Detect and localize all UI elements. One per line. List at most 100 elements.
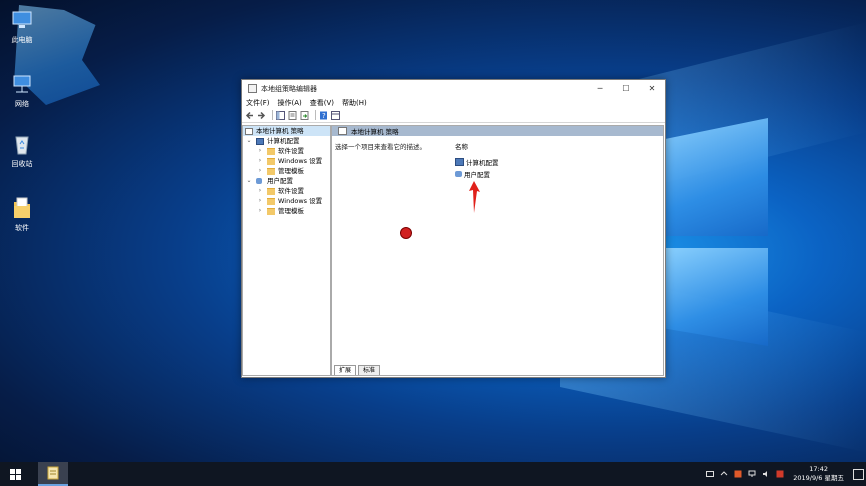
tree-label: 软件设置: [278, 147, 304, 155]
taskbar: 17:42 2019/9/6 星期五: [0, 462, 866, 486]
volume-icon[interactable]: [762, 470, 770, 478]
details-pane: 本地计算机 策略 选择一个项目来查看它的描述。 名称 计算机配置 用户配置 扩展…: [331, 125, 664, 376]
user-icon: [455, 171, 462, 177]
tree-label: Windows 设置: [278, 197, 323, 205]
network-icon: [10, 72, 34, 96]
app-tray-icon[interactable]: [734, 470, 742, 478]
toolbar-separator: [272, 110, 273, 120]
notepad-icon: [47, 466, 59, 480]
user-icon: [256, 178, 262, 184]
tab-standard[interactable]: 标准: [358, 365, 381, 375]
folder-icon: [267, 168, 275, 175]
system-tray: 17:42 2019/9/6 星期五: [703, 462, 866, 486]
notification-icon: [852, 468, 864, 480]
tree-item-user-config[interactable]: ⌄ 用户配置: [243, 176, 330, 186]
tree-label: 管理模板: [278, 207, 304, 215]
recycle-bin-icon: [10, 132, 34, 156]
tree-item-user-software[interactable]: › 软件设置: [243, 186, 330, 196]
tree-pane[interactable]: 本地计算机 策略 ⌄ 计算机配置 › 软件设置 › Windows 设置 › 管…: [242, 125, 331, 376]
tree-item-computer-software[interactable]: › 软件设置: [243, 146, 330, 156]
taskbar-app-group-policy[interactable]: [38, 462, 68, 486]
column-header-name[interactable]: 名称: [455, 141, 499, 151]
tab-extended[interactable]: 扩展: [334, 365, 357, 375]
name-list: 名称 计算机配置 用户配置: [455, 141, 499, 213]
window-titlebar[interactable]: 本地组策略编辑器 ─ ☐ ✕: [242, 80, 665, 97]
folder-icon: [267, 148, 275, 155]
notification-center-button[interactable]: [850, 462, 866, 486]
tree-item-root[interactable]: 本地计算机 策略: [243, 126, 330, 136]
forward-arrow-icon[interactable]: [257, 111, 266, 120]
list-item-computer-config[interactable]: 计算机配置: [455, 156, 499, 168]
tree-item-computer-admin[interactable]: › 管理模板: [243, 166, 330, 176]
description-text: 选择一个项目来查看它的描述。: [335, 143, 426, 151]
clock-time: 17:42: [809, 465, 828, 473]
toolbar: ?: [242, 108, 665, 123]
input-method-icon[interactable]: [706, 470, 715, 478]
folder-icon: [267, 208, 275, 215]
red-arrow-annotation: [469, 181, 480, 213]
close-button[interactable]: ✕: [639, 84, 665, 93]
computer-icon: [455, 158, 464, 166]
chevron-right-icon[interactable]: ›: [257, 156, 263, 166]
desktop-icon-recycle-bin[interactable]: 回收站: [2, 132, 42, 169]
chevron-right-icon[interactable]: ›: [257, 146, 263, 156]
chevron-right-icon[interactable]: ›: [257, 206, 263, 216]
desktop-icon-label: 网络: [15, 100, 29, 108]
windows-logo-icon: [9, 468, 21, 480]
menu-help[interactable]: 帮助(H): [342, 98, 367, 108]
folder-icon: [267, 158, 275, 165]
chevron-right-icon[interactable]: ›: [257, 196, 263, 206]
view-icon[interactable]: [331, 110, 340, 120]
list-item-label: 用户配置: [464, 171, 490, 179]
computer-icon: [256, 138, 264, 145]
desktop-icon-this-pc[interactable]: 此电脑: [2, 8, 42, 45]
network-status-icon[interactable]: [748, 470, 756, 478]
tree-item-computer-config[interactable]: ⌄ 计算机配置: [243, 136, 330, 146]
toolbar-separator: [315, 110, 316, 120]
properties-icon[interactable]: [288, 110, 297, 120]
chevron-down-icon[interactable]: ⌄: [246, 176, 252, 186]
minimize-button[interactable]: ─: [587, 84, 613, 93]
details-header: 本地计算机 策略: [332, 126, 663, 136]
back-arrow-icon[interactable]: [245, 111, 254, 120]
details-header-title: 本地计算机 策略: [351, 128, 399, 136]
tree-label: 软件设置: [278, 187, 304, 195]
click-indicator-dot: [400, 227, 412, 239]
view-tabs: 扩展 标准: [332, 364, 381, 375]
tree-item-user-windows[interactable]: › Windows 设置: [243, 196, 330, 206]
export-list-icon[interactable]: [300, 110, 309, 120]
desktop-icon-label: 此电脑: [11, 36, 33, 44]
folder-icon: [10, 196, 34, 220]
app-icon: [248, 84, 257, 93]
folder-icon: [267, 188, 275, 195]
folder-icon: [267, 198, 275, 205]
chevron-right-icon[interactable]: ›: [257, 186, 263, 196]
show-tree-icon[interactable]: [276, 110, 285, 120]
policy-icon: [338, 127, 347, 135]
show-hidden-icons-icon[interactable]: [720, 470, 728, 478]
desktop-icon-network[interactable]: 网络: [2, 72, 42, 109]
chevron-right-icon[interactable]: ›: [257, 166, 263, 176]
menu-file[interactable]: 文件(F): [246, 98, 270, 108]
desktop-icon-label: 软件: [15, 224, 29, 232]
tree-item-computer-windows[interactable]: › Windows 设置: [243, 156, 330, 166]
window-title: 本地组策略编辑器: [261, 84, 317, 93]
tree-label: Windows 设置: [278, 157, 323, 165]
menu-view[interactable]: 查看(V): [310, 98, 334, 108]
tree-item-user-admin[interactable]: › 管理模板: [243, 206, 330, 216]
ime-icon[interactable]: [776, 470, 784, 478]
menu-action[interactable]: 操作(A): [278, 98, 302, 108]
group-policy-editor-window[interactable]: 本地组策略编辑器 ─ ☐ ✕ 文件(F) 操作(A) 查看(V) 帮助(H) ?: [241, 79, 666, 378]
tree-label: 本地计算机 策略: [256, 127, 304, 135]
start-button[interactable]: [0, 462, 30, 486]
chevron-down-icon[interactable]: ⌄: [246, 136, 252, 146]
desktop-icon-label: 回收站: [11, 160, 33, 168]
tree-label: 管理模板: [278, 167, 304, 175]
taskbar-clock[interactable]: 17:42 2019/9/6 星期五: [793, 465, 844, 483]
desktop-icon-software[interactable]: 软件: [2, 196, 42, 233]
maximize-button[interactable]: ☐: [613, 84, 639, 93]
editor-panes: 本地计算机 策略 ⌄ 计算机配置 › 软件设置 › Windows 设置 › 管…: [242, 124, 665, 377]
svg-text:?: ?: [322, 112, 326, 120]
tree-label: 用户配置: [267, 177, 293, 185]
help-icon[interactable]: ?: [319, 111, 328, 120]
